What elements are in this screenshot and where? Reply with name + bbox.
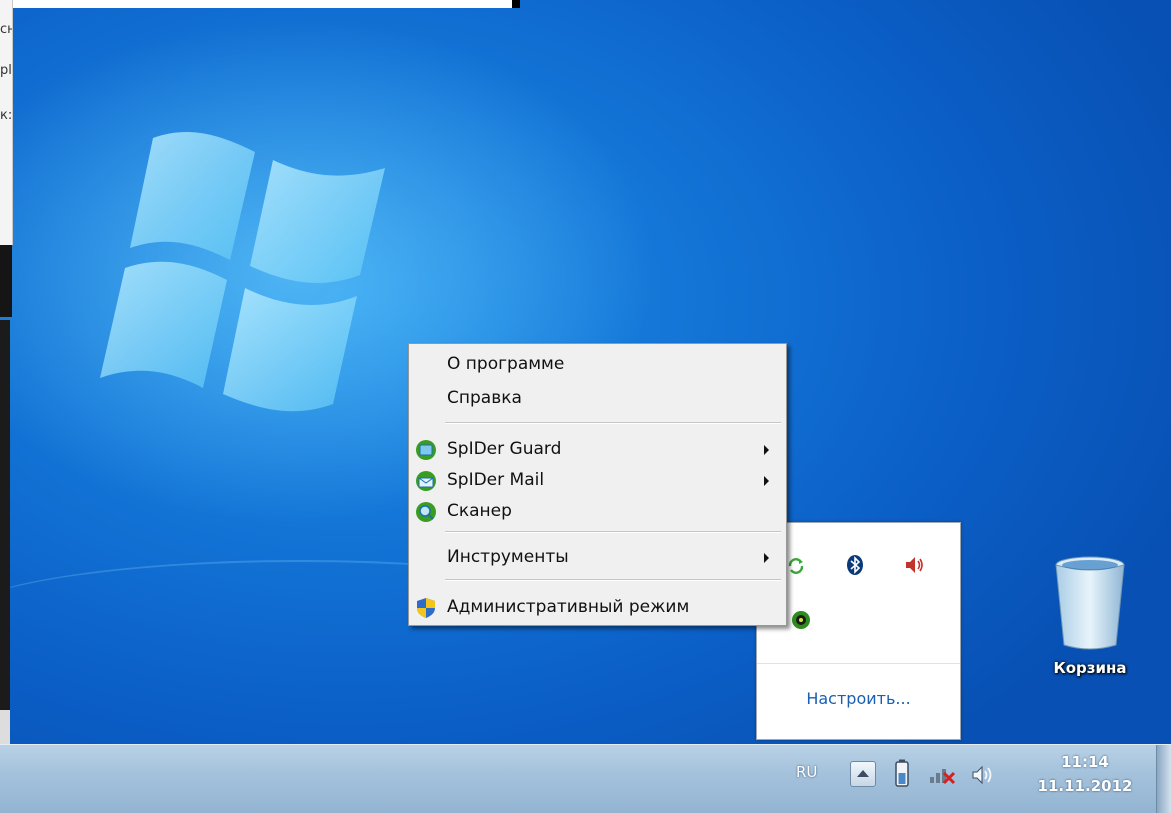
submenu-arrow-icon [764, 476, 769, 486]
window-text-line: рl [0, 63, 12, 78]
menu-item-about[interactable]: О программе [409, 349, 786, 379]
submenu-arrow-icon [764, 445, 769, 455]
menu-separator [445, 531, 781, 533]
menu-item-label: О программе [447, 354, 565, 374]
window-content: сн рl к: [0, 0, 13, 245]
recycle-bin-icon [1055, 556, 1125, 650]
spider-guard-icon [416, 440, 436, 460]
customize-link[interactable]: Настроить... [757, 689, 960, 708]
left-edge-strip [0, 320, 10, 812]
menu-item-label: Сканер [447, 501, 512, 521]
menu-separator [445, 422, 781, 424]
menu-item-label: SpIDer Guard [447, 439, 562, 459]
recycle-bin[interactable]: Корзина [1044, 553, 1136, 693]
language-indicator[interactable]: RU [796, 763, 817, 781]
bluetooth-icon[interactable] [844, 554, 866, 576]
window-top-edge [12, 0, 512, 8]
window-divider [512, 0, 520, 8]
menu-item-label: Инструменты [447, 547, 569, 567]
menu-item-spider-guard[interactable]: SpIDer Guard [409, 434, 786, 464]
scanner-icon [416, 502, 436, 522]
clock-time: 11:14 [1061, 753, 1109, 771]
menu-item-label: Справка [447, 388, 522, 408]
uac-shield-icon [417, 598, 435, 618]
spider-mail-icon [416, 471, 436, 491]
clock-date: 11.11.2012 [1037, 777, 1133, 795]
window-text-line: сн [0, 22, 12, 37]
menu-item-scanner[interactable]: Сканер [409, 496, 786, 526]
system-clock[interactable]: 11:14 11.11.2012 [1030, 753, 1140, 795]
battery-icon[interactable] [893, 759, 911, 789]
recycle-bin-label: Корзина [1053, 659, 1127, 677]
menu-separator [445, 579, 781, 581]
menu-item-label: Административный режим [447, 597, 690, 617]
show-desktop-button[interactable] [1156, 745, 1171, 813]
background-window[interactable]: сн рl к: [0, 0, 520, 320]
show-hidden-icons-button[interactable] [850, 761, 876, 787]
panel-divider [757, 663, 960, 664]
taskbar: RU 11:14 11.11.2012 [0, 744, 1171, 813]
menu-item-tools[interactable]: Инструменты [409, 542, 786, 572]
speaker-icon[interactable] [903, 554, 925, 576]
volume-icon[interactable] [970, 763, 996, 787]
menu-item-label: SpIDer Mail [447, 470, 545, 490]
window-text-line: к: [0, 108, 12, 123]
sync-icon[interactable] [785, 555, 807, 577]
drweb-spider-icon[interactable] [790, 609, 812, 631]
network-disconnected-icon[interactable] [928, 763, 958, 787]
window-dark-region [0, 245, 12, 317]
menu-item-admin-mode[interactable]: Административный режим [409, 592, 786, 622]
chevron-up-icon [857, 770, 869, 777]
drweb-context-menu: О программе Справка SpIDer Guard SpIDer … [408, 343, 787, 626]
menu-item-spider-mail[interactable]: SpIDer Mail [409, 465, 786, 495]
menu-item-help[interactable]: Справка [409, 383, 786, 413]
submenu-arrow-icon [764, 553, 769, 563]
